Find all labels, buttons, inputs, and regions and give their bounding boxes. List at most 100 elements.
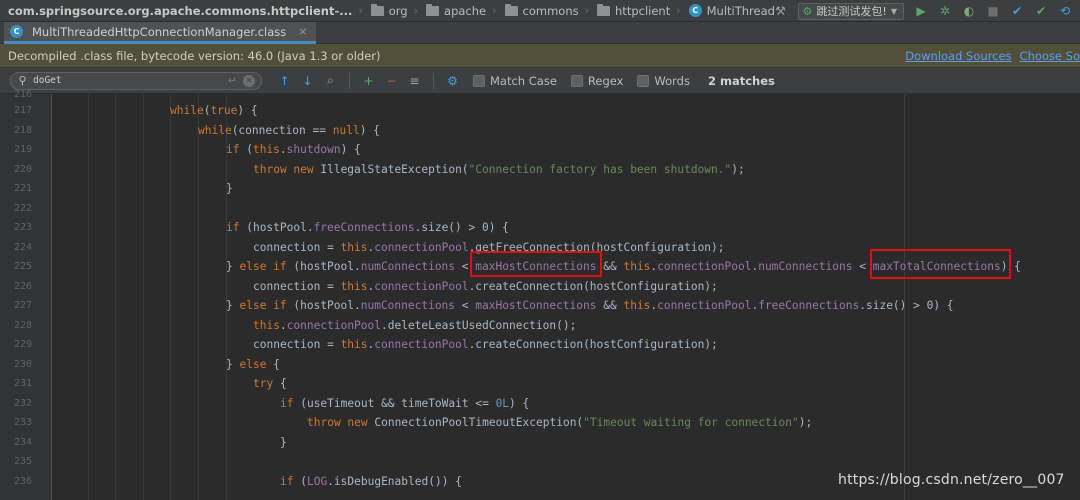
match-case-label: Match Case — [490, 73, 557, 88]
line-number: 225 — [13, 261, 32, 272]
breadcrumb-commons[interactable]: commons — [500, 0, 579, 21]
line-number: 218 — [13, 124, 32, 136]
indent-guide — [115, 94, 116, 500]
code-line: if (useTimeout && timeToWait <= 0L) { — [280, 396, 530, 410]
match-case-checkbox[interactable]: Match Case — [473, 74, 557, 88]
run-configuration-select[interactable]: ⚙ 跳过测试发包! ▼ — [797, 2, 904, 20]
code-line: this.connectionPool.deleteLeastUsedConne… — [253, 318, 577, 332]
code-line: } — [280, 435, 287, 449]
search-query: doGet — [33, 75, 62, 86]
line-number: 233 — [13, 417, 32, 428]
regex-checkbox[interactable]: Regex — [570, 73, 624, 88]
banner-message: Decompiled .class file, bytecode version… — [8, 48, 381, 63]
hammer-build-icon[interactable]: ⚒ — [774, 4, 788, 18]
folder-icon — [504, 3, 518, 16]
words-checkbox[interactable]: Words — [637, 74, 690, 88]
code-editor[interactable]: 216 217 218 219 220 221 222 223 224 225 … — [0, 89, 1080, 500]
code-line: } else { — [226, 357, 280, 371]
breadcrumb-label: org — [388, 3, 408, 18]
line-number: 224 — [13, 241, 32, 253]
coverage-icon[interactable]: ◐ — [962, 4, 976, 18]
remove-occurrence-icon[interactable]: − — [385, 74, 398, 88]
download-sources-link[interactable]: Download Sources — [905, 49, 1011, 63]
checkbox-box — [570, 74, 583, 87]
folder-icon — [426, 3, 440, 16]
run-icon[interactable]: ▶ — [914, 4, 928, 18]
breadcrumb-label: commons — [522, 3, 579, 18]
find-all-icon[interactable]: ⌕ — [324, 73, 337, 88]
add-occurrence-icon[interactable]: + — [362, 74, 375, 88]
code-line: } else if (hostPool.numConnections < max… — [226, 299, 954, 312]
enter-icon: ↵ — [227, 73, 237, 87]
vcs-commit-icon[interactable]: ✔ — [1034, 4, 1048, 18]
line-number: 231 — [13, 378, 32, 389]
line-number: 220 — [13, 163, 32, 175]
regex-label: Regex — [587, 73, 624, 88]
line-number: 234 — [13, 436, 32, 448]
indent-guide — [143, 94, 144, 500]
class-icon: C — [10, 25, 23, 38]
code-line: try { — [253, 377, 287, 390]
line-number: 217 — [13, 105, 32, 116]
annotation-box-max-total-connections — [870, 249, 1011, 279]
class-icon: C — [688, 4, 702, 17]
line-number: 232 — [13, 397, 32, 409]
code-line: } — [226, 182, 233, 195]
toolbar-divider — [349, 72, 350, 89]
close-icon[interactable]: × — [298, 25, 307, 38]
annotation-box-max-host-connections — [470, 251, 602, 277]
tab-label: MultiThreadedHttpConnectionManager.class — [32, 24, 287, 39]
breadcrumb-org[interactable]: org — [366, 0, 408, 21]
breadcrumb-jar[interactable]: com.springsource.org.apache.commons.http… — [0, 0, 352, 21]
code-line: if (this.shutdown) { — [226, 143, 361, 156]
line-number: 227 — [13, 300, 32, 311]
tab-multithreaded-class[interactable]: C MultiThreadedHttpConnectionManager.cla… — [4, 22, 316, 44]
maven-config-icon: ⚙ — [802, 4, 813, 18]
select-all-occurrences-icon[interactable]: ≡ — [408, 74, 421, 88]
breadcrumb-separator-icon: › — [584, 4, 590, 17]
code-line: connection = this.connectionPool.createC… — [253, 279, 718, 293]
line-number: 221 — [13, 183, 32, 194]
breadcrumb-label: httpclient — [615, 3, 671, 18]
vcs-history-icon[interactable]: ⟲ — [1058, 4, 1072, 18]
code-line: throw new ConnectionPoolTimeoutException… — [307, 416, 813, 429]
folder-icon — [370, 3, 384, 16]
navigation-bar: com.springsource.org.apache.commons.http… — [0, 0, 1080, 22]
indent-guide — [198, 94, 199, 500]
code-line: while(connection == null) { — [198, 123, 380, 137]
line-number: 223 — [13, 222, 32, 233]
code-line: throw new IllegalStateException("Connect… — [253, 162, 745, 176]
toolbar-divider — [433, 72, 434, 89]
search-input[interactable]: ⚲ doGet ↵ ✕ — [10, 71, 262, 90]
choose-sources-link[interactable]: Choose So — [1020, 49, 1080, 63]
toolbar-right: ⚒ ⚙ 跳过测试发包! ▼ ▶ ✲ ◐ ■ ✔ ✔ ⟲ — [773, 0, 1080, 21]
run-configuration-label: 跳过测试发包! — [816, 5, 887, 18]
checkbox-box — [473, 74, 485, 87]
decompiled-notice-banner: Decompiled .class file, bytecode version… — [0, 44, 1080, 68]
next-occurrence-icon[interactable]: ↓ — [301, 74, 314, 88]
line-number: 219 — [13, 144, 32, 155]
line-number: 226 — [13, 280, 32, 292]
line-number: 229 — [13, 339, 32, 350]
line-number: 228 — [13, 319, 32, 331]
editor-tab-bar: C MultiThreadedHttpConnectionManager.cla… — [0, 22, 1080, 44]
stop-icon[interactable]: ■ — [986, 4, 1000, 18]
filter-settings-icon[interactable]: ⚙ — [446, 74, 459, 88]
checkbox-box — [637, 74, 650, 87]
line-number: 235 — [13, 456, 32, 467]
breadcrumb-separator-icon: › — [358, 4, 363, 17]
breadcrumb-label: apache — [444, 3, 487, 18]
code-line: if (hostPool.freeConnections.size() > 0)… — [226, 221, 509, 234]
breadcrumb-separator-icon: › — [413, 4, 419, 17]
watermark: https://blog.csdn.net/zero__007 — [838, 472, 1065, 488]
line-number: 236 — [13, 475, 32, 487]
breadcrumb-apache[interactable]: apache — [421, 0, 487, 21]
line-number-gutter: 216 217 218 219 220 221 222 223 224 225 … — [0, 89, 52, 500]
vcs-update-icon[interactable]: ✔ — [1010, 4, 1024, 18]
previous-occurrence-icon[interactable]: ↑ — [278, 74, 291, 88]
line-number: 230 — [13, 358, 32, 370]
find-bar: ⚲ doGet ↵ ✕ ↑ ↓ ⌕ + − ≡ ⚙ Match Case Reg… — [0, 68, 1080, 94]
debug-icon[interactable]: ✲ — [938, 4, 952, 18]
breadcrumb-httpclient[interactable]: httpclient — [592, 0, 671, 21]
clear-search-icon[interactable]: ✕ — [243, 74, 255, 87]
